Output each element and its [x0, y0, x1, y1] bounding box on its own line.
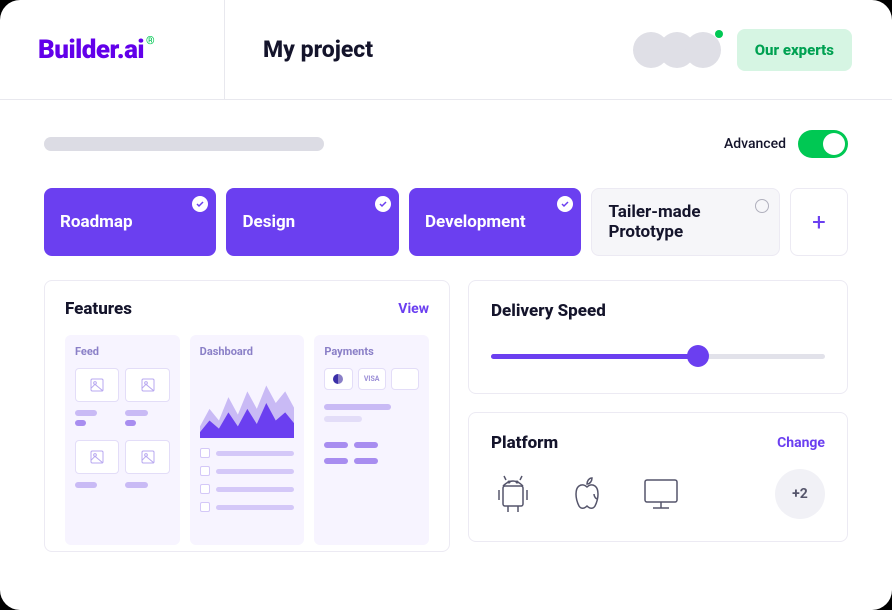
platform-panel: Platform Change +2 — [468, 412, 848, 542]
phase-roadmap[interactable]: Roadmap — [44, 188, 216, 256]
avatar-stack[interactable] — [633, 32, 721, 68]
phase-label: Tailer-made Prototype — [608, 202, 763, 242]
logo[interactable]: Builder.ai ® — [38, 37, 154, 63]
feature-card-title: Feed — [75, 345, 170, 358]
advanced-label: Advanced — [724, 136, 786, 152]
features-panel: Features View Feed — [44, 280, 450, 552]
platform-title: Platform — [491, 433, 558, 453]
toolbar-row: Advanced — [44, 130, 848, 158]
phase-label: Roadmap — [60, 212, 133, 232]
payment-chip-mastercard-icon — [324, 368, 352, 390]
payment-chip — [391, 368, 419, 390]
delivery-speed-panel: Delivery Speed — [468, 280, 848, 394]
our-experts-button[interactable]: Our experts — [737, 29, 852, 71]
feature-card-dashboard[interactable]: Dashboard — [190, 335, 305, 545]
android-icon[interactable] — [491, 472, 535, 516]
logo-cell: Builder.ai ® — [0, 0, 225, 99]
panel-header: Features View — [65, 299, 429, 319]
platform-change-link[interactable]: Change — [777, 435, 825, 451]
phase-design[interactable]: Design — [226, 188, 398, 256]
phase-prototype[interactable]: Tailer-made Prototype — [591, 188, 780, 256]
phase-tabs: Roadmap Design Development Tailer-made P… — [44, 188, 848, 256]
platform-icons-row: +2 — [491, 469, 825, 519]
slider-thumb[interactable] — [687, 345, 709, 367]
advanced-toggle[interactable] — [798, 130, 848, 158]
topbar: Builder.ai ® My project Our experts — [0, 0, 892, 100]
check-icon — [375, 196, 391, 212]
image-icon — [125, 368, 169, 402]
feature-card-title: Dashboard — [200, 345, 295, 358]
plus-icon: + — [812, 208, 826, 236]
logo-text: Builder.ai — [38, 37, 144, 63]
phase-label: Development — [425, 212, 526, 232]
page-title: My project — [225, 36, 633, 63]
right-column: Delivery Speed Platform Change — [468, 280, 848, 552]
app-window: Builder.ai ® My project Our experts Adva… — [0, 0, 892, 610]
skeleton-placeholder — [44, 137, 324, 151]
delivery-speed-title: Delivery Speed — [491, 301, 825, 321]
features-title: Features — [65, 299, 132, 319]
phase-label: Design — [242, 212, 295, 232]
features-view-link[interactable]: View — [398, 301, 429, 317]
content: Advanced Roadmap Design Development Tail… — [0, 100, 892, 552]
feature-cards: Feed Dashboard — [65, 335, 429, 545]
feature-card-title: Payments — [324, 345, 419, 358]
area-chart-icon — [200, 368, 295, 438]
image-icon — [125, 440, 169, 474]
check-icon — [557, 196, 573, 212]
logo-registered-mark: ® — [146, 35, 154, 46]
image-icon — [75, 440, 119, 474]
feature-card-feed[interactable]: Feed — [65, 335, 180, 545]
topbar-right: Our experts — [633, 29, 892, 71]
panel-header: Platform Change — [491, 433, 825, 453]
delivery-speed-slider[interactable] — [491, 347, 825, 365]
payment-chip-visa: VISA — [358, 368, 386, 390]
panels-row: Features View Feed — [44, 280, 848, 552]
avatar — [685, 32, 721, 68]
slider-fill — [491, 354, 698, 359]
phase-development[interactable]: Development — [409, 188, 581, 256]
feature-card-payments[interactable]: Payments VISA — [314, 335, 429, 545]
advanced-toggle-group: Advanced — [724, 130, 848, 158]
platform-more-badge[interactable]: +2 — [775, 469, 825, 519]
radio-icon — [755, 199, 769, 213]
check-icon — [192, 196, 208, 212]
image-icon — [75, 368, 119, 402]
apple-icon[interactable] — [565, 472, 609, 516]
add-phase-button[interactable]: + — [790, 188, 848, 256]
desktop-icon[interactable] — [639, 472, 683, 516]
